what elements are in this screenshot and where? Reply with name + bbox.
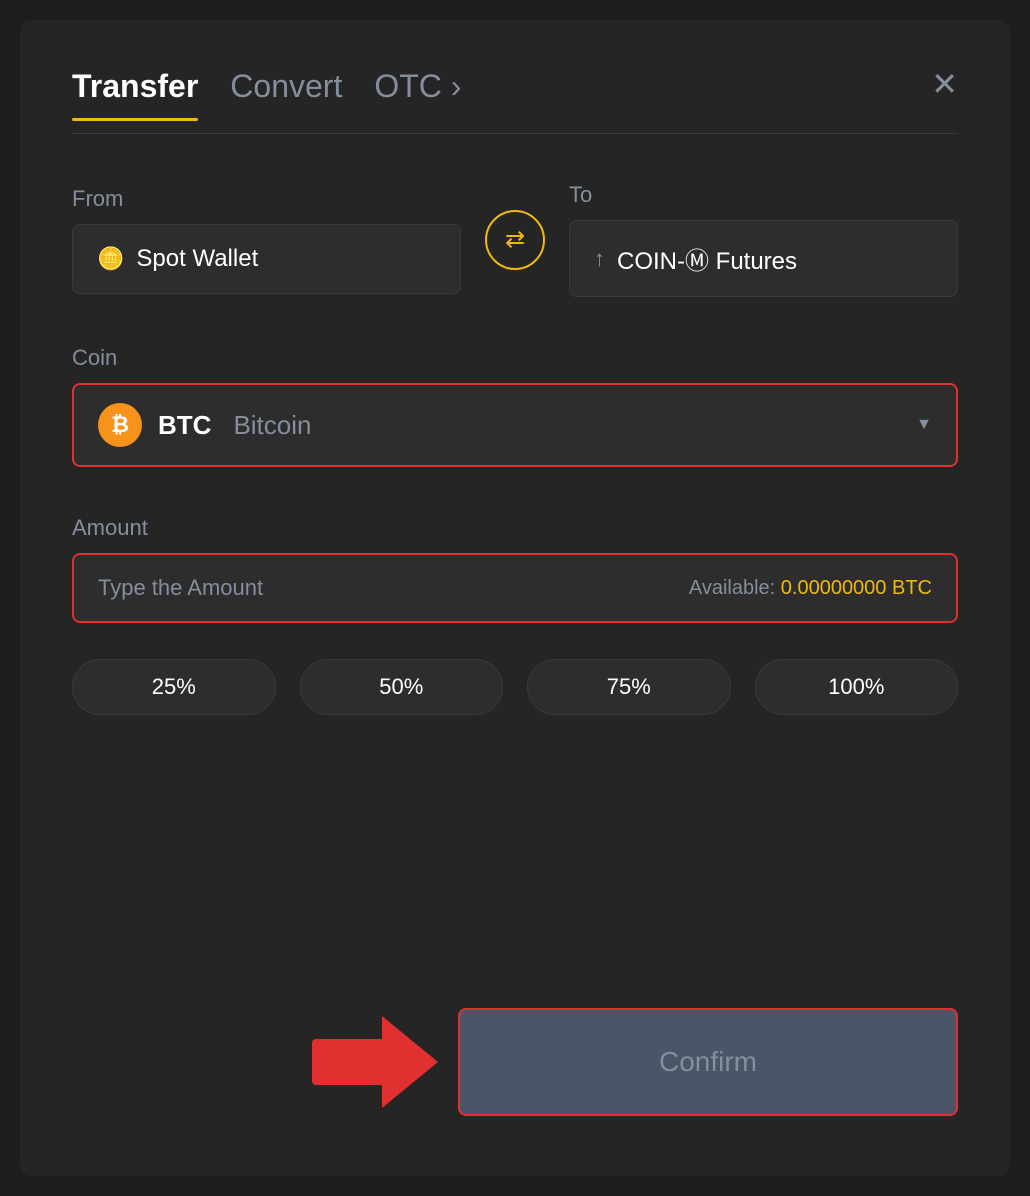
tab-otc[interactable]: OTC ›: [374, 68, 461, 117]
futures-icon: ↑: [594, 246, 605, 272]
to-group: To ↑ COIN-Ⓜ Futures: [569, 182, 958, 297]
swap-button[interactable]: ⇄: [485, 210, 545, 270]
pct-100-button[interactable]: 100%: [755, 659, 959, 715]
arrow-area: [72, 1016, 458, 1108]
confirm-button[interactable]: Confirm: [458, 1008, 958, 1116]
tab-group: Transfer Convert OTC ›: [72, 68, 958, 117]
chevron-down-icon: ▼: [916, 416, 932, 434]
arrow-body: [312, 1039, 382, 1085]
pct-50-button[interactable]: 50%: [300, 659, 504, 715]
tab-transfer[interactable]: Transfer: [72, 68, 198, 117]
from-wallet-name: Spot Wallet: [136, 245, 258, 273]
amount-input[interactable]: [98, 575, 689, 601]
to-label: To: [569, 182, 958, 208]
header-divider: [72, 133, 958, 134]
wallet-card-icon: 🪙: [97, 246, 124, 272]
btc-icon: ₿: [98, 403, 142, 447]
to-wallet-name: COIN-Ⓜ Futures: [617, 241, 797, 276]
from-label: From: [72, 186, 461, 212]
from-wallet-selector[interactable]: 🪙 Spot Wallet: [72, 224, 461, 294]
available-text: Available: 0.00000000 BTC: [689, 577, 932, 600]
from-group: From 🪙 Spot Wallet: [72, 186, 461, 294]
close-button[interactable]: ✕: [931, 68, 958, 100]
bottom-section: Confirm: [72, 1008, 958, 1116]
from-to-section: From 🪙 Spot Wallet ⇄ To ↑ COIN-Ⓜ Futures: [72, 182, 958, 297]
tab-convert[interactable]: Convert: [230, 68, 342, 117]
coin-label: Coin: [72, 345, 958, 371]
pct-25-button[interactable]: 25%: [72, 659, 276, 715]
amount-label: Amount: [72, 515, 958, 541]
transfer-modal: Transfer Convert OTC › ✕ From 🪙 Spot Wal…: [20, 20, 1010, 1176]
header: Transfer Convert OTC › ✕: [72, 68, 958, 117]
arrow-head: [382, 1016, 438, 1108]
pct-75-button[interactable]: 75%: [527, 659, 731, 715]
available-label: Available:: [689, 577, 775, 599]
coin-section: Coin ₿ BTC Bitcoin ▼: [72, 345, 958, 467]
amount-section: Amount Available: 0.00000000 BTC: [72, 515, 958, 623]
percentage-buttons: 25% 50% 75% 100%: [72, 659, 958, 715]
to-wallet-selector[interactable]: ↑ COIN-Ⓜ Futures: [569, 220, 958, 297]
coin-full-name: Bitcoin: [233, 410, 311, 441]
swap-icon: ⇄: [505, 225, 525, 254]
amount-box: Available: 0.00000000 BTC: [72, 553, 958, 623]
coin-symbol: BTC: [158, 410, 211, 441]
coin-selector[interactable]: ₿ BTC Bitcoin ▼: [72, 383, 958, 467]
red-arrow-indicator: [312, 1016, 438, 1108]
available-value: 0.00000000 BTC: [781, 577, 932, 599]
